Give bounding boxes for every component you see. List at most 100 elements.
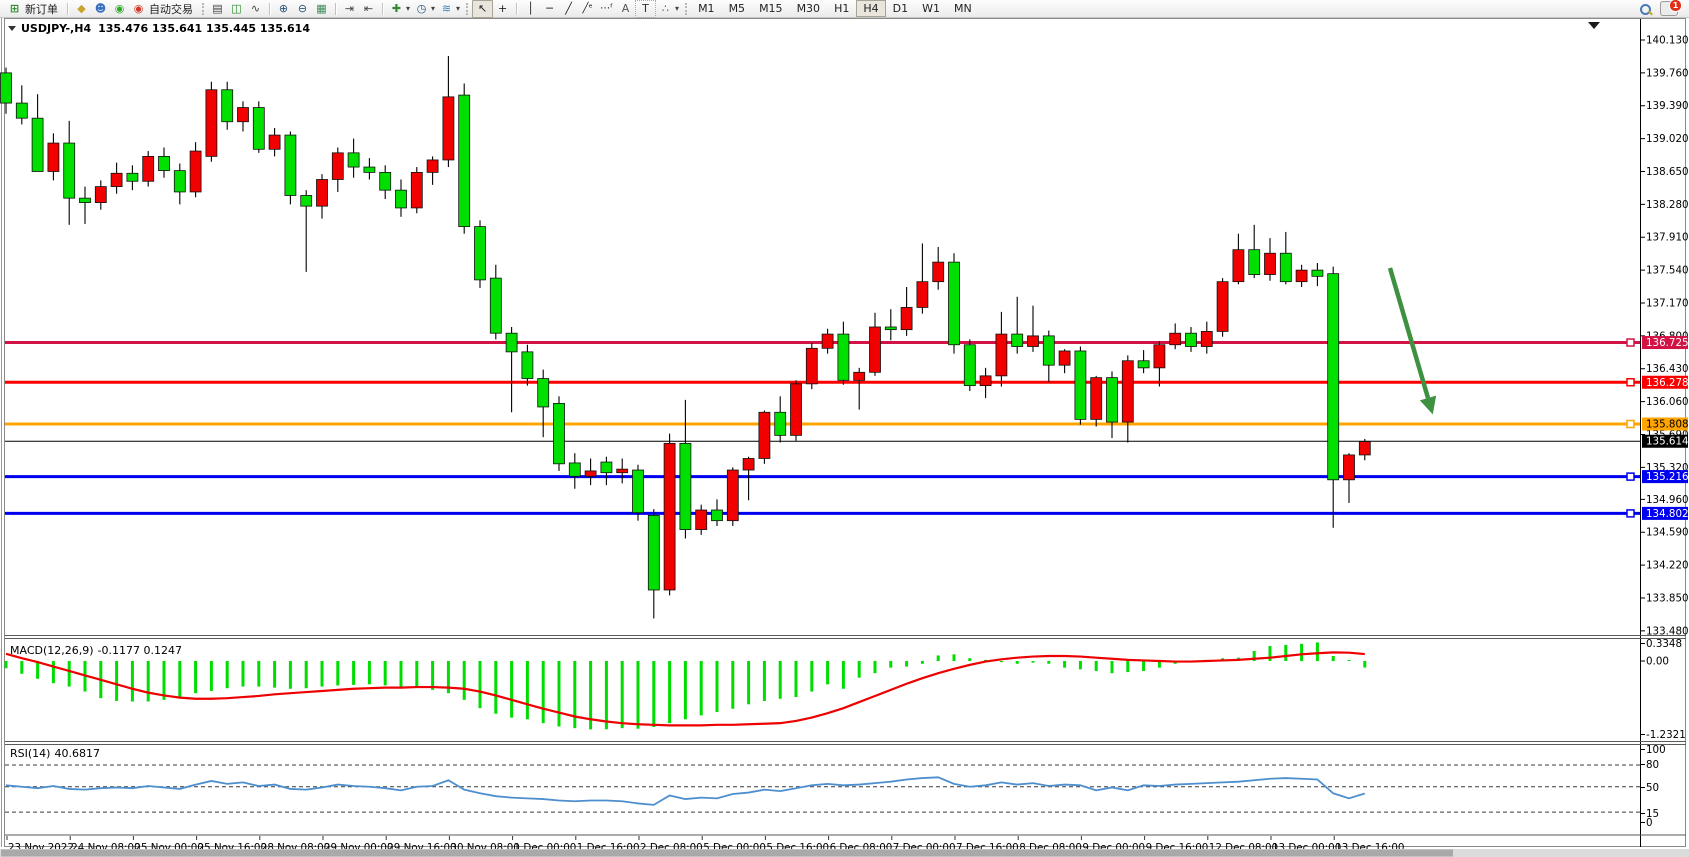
macd-histogram-bar bbox=[479, 661, 482, 708]
bar-chart-icon[interactable]: ▤ bbox=[208, 1, 227, 17]
macd-histogram-bar bbox=[953, 654, 956, 661]
bullish-candle bbox=[427, 160, 438, 172]
bearish-candle bbox=[1107, 378, 1118, 422]
templates-dropdown-icon[interactable]: ▾ bbox=[456, 4, 460, 13]
toolbar-separator bbox=[382, 3, 383, 15]
notifications-icon[interactable]: 1 bbox=[1660, 1, 1678, 16]
line-handle[interactable] bbox=[1627, 473, 1634, 480]
bearish-candle bbox=[712, 510, 723, 521]
timeframe-h4[interactable]: H4 bbox=[856, 0, 885, 17]
auto-scroll-icon[interactable]: ⇥ bbox=[340, 1, 359, 17]
timeframe-h1[interactable]: H1 bbox=[827, 0, 856, 17]
text-tool-icon[interactable]: A bbox=[616, 1, 635, 17]
horizontal-line-tool-icon[interactable]: ─ bbox=[540, 1, 559, 17]
rsi-axis-label: 80 bbox=[1646, 759, 1659, 771]
timeframe-m1[interactable]: M1 bbox=[691, 0, 722, 17]
macd-histogram-bar bbox=[542, 661, 545, 723]
bullish-candle bbox=[48, 143, 59, 171]
zoom-in-icon[interactable]: ⊕ bbox=[274, 1, 293, 17]
bearish-candle bbox=[459, 95, 470, 226]
indicators-dropdown-icon[interactable]: ▾ bbox=[406, 4, 410, 13]
bullish-candle bbox=[1296, 270, 1307, 282]
timeframe-d1[interactable]: D1 bbox=[886, 0, 915, 17]
svg-text:138.280: 138.280 bbox=[1646, 199, 1689, 211]
horizontal-scrollbar-thumb[interactable] bbox=[1, 850, 1453, 857]
auto-trading-button[interactable]: 自动交易 bbox=[149, 1, 193, 17]
chart-area[interactable]: 140.130139.760139.390139.020138.650138.2… bbox=[0, 0, 1689, 857]
rsi-axis-label: 100 bbox=[1646, 744, 1666, 756]
new-order-icon[interactable]: ⊞ bbox=[5, 1, 24, 17]
shapes-dropdown-icon[interactable]: ▾ bbox=[675, 4, 679, 13]
indicators-icon[interactable]: ✚ bbox=[387, 1, 406, 17]
macd-histogram-bar bbox=[968, 658, 971, 661]
timeframe-mn[interactable]: MN bbox=[947, 0, 979, 17]
bearish-candle bbox=[174, 171, 185, 192]
line-handle[interactable] bbox=[1627, 339, 1634, 346]
periods-dropdown-icon[interactable]: ▾ bbox=[431, 4, 435, 13]
trading-platform-window: ⊞ 新订单 ◆ ☻ ◉ ◉ 自动交易 ▤ ◫ ∿ ⊕ ⊖ ▦ ⇥ ⇤ ✚▾ ◷▾… bbox=[0, 0, 1689, 857]
macd-histogram-bar bbox=[242, 661, 245, 687]
bullish-candle bbox=[917, 282, 928, 308]
chart-shift-icon[interactable]: ⇤ bbox=[359, 1, 378, 17]
bearish-candle bbox=[1043, 336, 1054, 365]
new-order-button[interactable]: 新订单 bbox=[25, 1, 58, 17]
line-handle[interactable] bbox=[1627, 379, 1634, 386]
signal-icon[interactable]: ◉ bbox=[110, 1, 129, 17]
macd-histogram-bar bbox=[779, 661, 782, 699]
bullish-candle bbox=[696, 510, 707, 530]
price-badge-value: 136.725 bbox=[1646, 337, 1689, 349]
channel-tool-icon[interactable]: ╱ᵉ bbox=[578, 1, 597, 17]
macd-histogram-bar bbox=[305, 661, 308, 688]
macd-histogram-bar bbox=[1095, 661, 1098, 671]
macd-histogram-bar bbox=[131, 661, 134, 702]
line-handle[interactable] bbox=[1627, 510, 1634, 517]
eraser-icon[interactable]: ◆ bbox=[72, 1, 91, 17]
trendline-tool-icon[interactable]: ╱ bbox=[559, 1, 578, 17]
search-icon[interactable] bbox=[1638, 2, 1652, 16]
bearish-candle bbox=[964, 345, 975, 386]
bearish-candle bbox=[80, 198, 91, 202]
macd-histogram-bar bbox=[1348, 660, 1351, 661]
bearish-candle bbox=[838, 334, 849, 380]
rsi-indicator-label: RSI(14)40.6817 bbox=[10, 747, 100, 760]
timeframe-m15[interactable]: M15 bbox=[752, 0, 790, 17]
timeframe-m30[interactable]: M30 bbox=[790, 0, 828, 17]
macd-histogram-bar bbox=[384, 661, 387, 685]
tile-windows-icon[interactable]: ▦ bbox=[312, 1, 331, 17]
bullish-candle bbox=[111, 173, 122, 186]
shapes-tool-icon[interactable]: ∴ bbox=[656, 1, 675, 17]
bearish-candle bbox=[1138, 361, 1149, 368]
macd-histogram-bar bbox=[637, 661, 640, 729]
bullish-candle bbox=[617, 469, 628, 473]
macd-histogram-bar bbox=[937, 655, 940, 661]
periods-clock-icon[interactable]: ◷ bbox=[412, 1, 431, 17]
templates-icon[interactable]: ≋ bbox=[437, 1, 456, 17]
timeframe-m5[interactable]: M5 bbox=[722, 0, 753, 17]
macd-histogram-bar bbox=[905, 661, 908, 667]
macd-histogram-bar bbox=[1126, 661, 1129, 672]
fibonacci-tool-icon[interactable]: ⋯ᶠ bbox=[597, 1, 616, 17]
timeframe-w1[interactable]: W1 bbox=[915, 0, 947, 17]
macd-histogram-bar bbox=[257, 661, 260, 687]
profile-icon[interactable]: ☻ bbox=[91, 1, 110, 17]
bullish-candle bbox=[664, 443, 675, 590]
line-chart-icon[interactable]: ∿ bbox=[246, 1, 265, 17]
bullish-candle bbox=[743, 458, 754, 470]
candlestick-chart-icon[interactable]: ◫ bbox=[227, 1, 246, 17]
crosshair-tool-icon[interactable]: + bbox=[493, 1, 512, 17]
zoom-out-icon[interactable]: ⊖ bbox=[293, 1, 312, 17]
macd-histogram-bar bbox=[368, 661, 371, 684]
bullish-candle bbox=[901, 307, 912, 329]
vertical-line-tool-icon[interactable]: │ bbox=[521, 1, 540, 17]
macd-histogram-bar bbox=[668, 661, 671, 723]
line-handle[interactable] bbox=[1627, 421, 1634, 428]
bearish-candle bbox=[396, 190, 407, 208]
bearish-candle bbox=[949, 262, 960, 345]
macd-histogram-bar bbox=[178, 661, 181, 698]
bearish-candle bbox=[1280, 253, 1291, 281]
cursor-tool-icon[interactable]: ↖ bbox=[472, 0, 493, 18]
rsi-axis-label: 0 bbox=[1646, 817, 1653, 829]
auto-trading-icon[interactable]: ◉ bbox=[129, 1, 148, 17]
macd-histogram-bar bbox=[273, 661, 276, 688]
text-label-tool-icon[interactable]: T bbox=[635, 0, 656, 18]
